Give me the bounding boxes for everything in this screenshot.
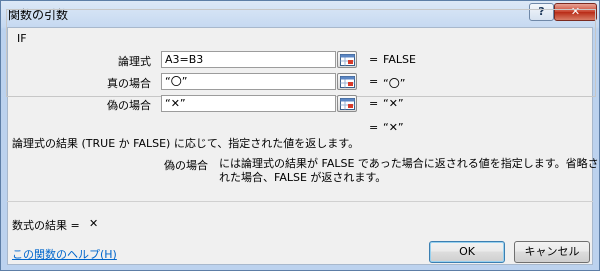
value-if-true-input[interactable]: “〇” bbox=[161, 73, 336, 90]
range-select-icon bbox=[340, 98, 355, 110]
collapse-dialog-button-1[interactable] bbox=[337, 51, 357, 68]
arg-equals-3: = bbox=[369, 97, 379, 110]
logical-test-result: FALSE bbox=[383, 53, 416, 66]
range-select-icon bbox=[340, 76, 355, 88]
formula-preview-result: “✕” bbox=[383, 121, 404, 134]
function-name: IF bbox=[15, 32, 29, 45]
value-if-false-result: “✕” bbox=[383, 97, 404, 110]
function-help-link[interactable]: この関数のヘルプ(H) bbox=[12, 246, 117, 262]
arg-equals-2: = bbox=[369, 75, 379, 88]
ok-button[interactable]: OK bbox=[429, 241, 505, 263]
arg-description-line-2: れた場合、FALSE が返されます。 bbox=[219, 171, 387, 184]
arg-label-logical-test: 論理式 bbox=[118, 55, 151, 68]
range-select-icon bbox=[340, 54, 355, 66]
divider bbox=[7, 201, 593, 202]
formula-result-value: ✕ bbox=[89, 217, 99, 230]
function-description: 論理式の結果 (TRUE か FALSE) に応じて、指定された値を返します。 bbox=[12, 137, 360, 150]
value-if-false-input[interactable]: “✕” bbox=[161, 95, 336, 112]
arg-description-line-1: には論理式の結果が FALSE であった場合に返される値を指定します。省略さ bbox=[219, 157, 599, 170]
arg-description-label: 偽の場合 bbox=[164, 159, 208, 172]
function-arguments-dialog: 関数の引数 ? ✕ IF 論理式 A3=B3 = FALSE 真の場合 “〇” … bbox=[0, 0, 600, 271]
cancel-button[interactable]: キャンセル bbox=[514, 241, 590, 263]
logical-test-input[interactable]: A3=B3 bbox=[161, 51, 336, 68]
collapse-dialog-button-2[interactable] bbox=[337, 73, 357, 90]
arg-label-value-if-false: 偽の場合 bbox=[107, 99, 151, 112]
arg-label-value-if-true: 真の場合 bbox=[107, 77, 151, 90]
arg-equals-1: = bbox=[369, 53, 379, 66]
formula-result-label: 数式の結果 = bbox=[12, 219, 80, 232]
value-if-true-result: “〇” bbox=[383, 77, 406, 90]
formula-equals: = bbox=[369, 121, 379, 134]
collapse-dialog-button-3[interactable] bbox=[337, 95, 357, 112]
